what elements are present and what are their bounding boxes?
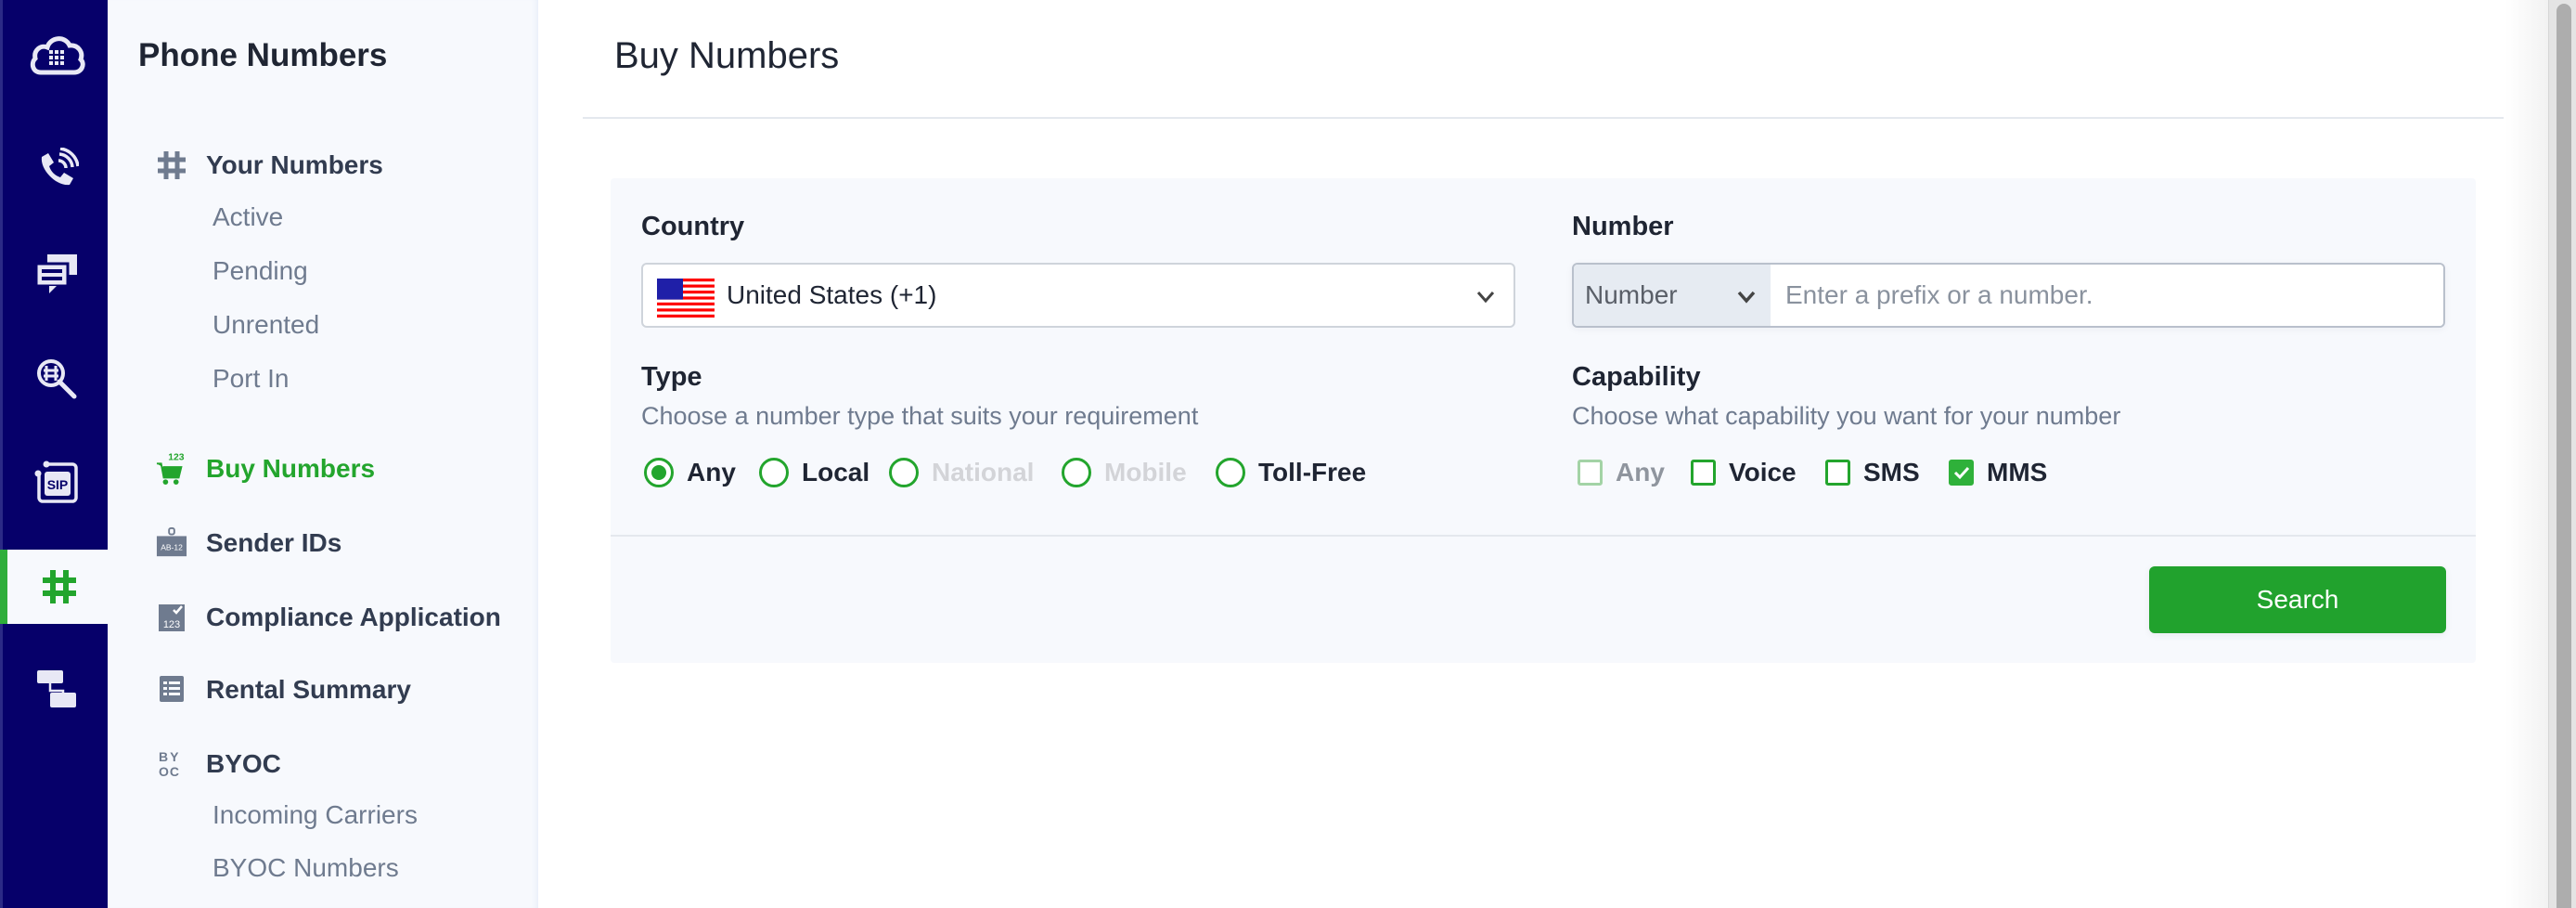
compliance-123-check-icon: 123: [156, 602, 187, 633]
globe-search-icon: [37, 359, 77, 399]
radio[interactable]: [759, 458, 789, 487]
cloud-grid-icon: [30, 36, 85, 75]
type-option-local[interactable]: Local: [759, 456, 869, 489]
option-label: National: [932, 458, 1035, 486]
scroll-shade: [2505, 0, 2548, 908]
svg-text:BY: BY: [159, 749, 180, 764]
sidebar-item-compliance-application[interactable]: 123 Compliance Application: [156, 597, 501, 638]
rail-item-flows[interactable]: [3, 652, 110, 726]
option-label: Toll-Free: [1258, 458, 1367, 486]
search-button[interactable]: Search: [2149, 566, 2446, 633]
type-helper-text: Choose a number type that suits your req…: [641, 402, 1199, 430]
sidebar-subitem-pending[interactable]: Pending: [213, 256, 308, 286]
checkbox[interactable]: [1578, 460, 1603, 486]
sidebar-item-label: Buy Numbers: [206, 454, 376, 483]
sidebar-subitem-unrented[interactable]: Unrented: [213, 310, 319, 340]
radio[interactable]: [1062, 458, 1091, 487]
list-icon: [156, 674, 187, 706]
svg-text:OC: OC: [159, 764, 180, 779]
radio[interactable]: [889, 458, 919, 487]
radio-selected[interactable]: [644, 458, 674, 487]
phone-signal-icon: [41, 148, 79, 186]
rail-item-phone-numbers[interactable]: [0, 550, 110, 624]
byoc-icon: BY OC: [156, 748, 187, 780]
vertical-scrollbar[interactable]: [2548, 0, 2576, 908]
sidebar-subitem-port-in[interactable]: Port In: [213, 364, 289, 394]
rail-item-messaging[interactable]: [3, 237, 110, 311]
sidebar-item-your-numbers[interactable]: Your Numbers: [156, 145, 383, 186]
svg-text:123: 123: [163, 619, 180, 630]
chevron-down-icon: [1737, 291, 1756, 304]
cart-123-icon: 123: [156, 453, 187, 485]
app-rail: SIP: [0, 0, 110, 908]
country-select[interactable]: United States (+1): [641, 263, 1515, 328]
type-option-any[interactable]: Any: [644, 456, 736, 489]
sidebar-item-label: Compliance Application: [206, 603, 501, 631]
rail-item-lookup[interactable]: [3, 342, 110, 416]
sidebar-item-rental-summary[interactable]: Rental Summary: [156, 669, 411, 710]
sidebar-subitem-incoming-carriers[interactable]: Incoming Carriers: [213, 800, 418, 830]
svg-text:123: 123: [168, 453, 185, 463]
type-option-mobile[interactable]: Mobile: [1062, 456, 1187, 489]
sidebar-item-buy-numbers[interactable]: 123 Buy Numbers: [156, 448, 375, 489]
capability-option-voice[interactable]: Voice: [1691, 456, 1797, 489]
option-label: Any: [687, 458, 736, 486]
capability-option-sms[interactable]: SMS: [1825, 456, 1920, 489]
country-label: Country: [641, 212, 745, 241]
country-value: United States (+1): [727, 280, 937, 309]
checkbox[interactable]: [1825, 460, 1850, 486]
capability-option-mms[interactable]: MMS: [1949, 456, 2047, 489]
sidebar-subitem-byoc-numbers[interactable]: BYOC Numbers: [213, 853, 399, 883]
radio[interactable]: [1216, 458, 1245, 487]
checkbox-checked[interactable]: [1949, 460, 1974, 486]
option-label: SMS: [1863, 458, 1920, 486]
option-label: MMS: [1987, 458, 2048, 486]
capability-option-any[interactable]: Any: [1578, 456, 1665, 489]
number-label: Number: [1572, 212, 1674, 241]
option-label: Any: [1616, 458, 1665, 486]
type-option-national[interactable]: National: [889, 456, 1034, 489]
capability-helper-text: Choose what capability you want for your…: [1572, 402, 2121, 430]
card-footer-divider: [611, 535, 2476, 537]
option-label: Voice: [1729, 458, 1797, 486]
sidebar-item-label: Rental Summary: [206, 675, 411, 704]
number-input-group: Number: [1572, 263, 2445, 328]
sidebar-item-label: Sender IDs: [206, 528, 342, 557]
us-flag-icon: [657, 279, 715, 318]
title-divider: [583, 117, 2504, 119]
rail-item-home[interactable]: [3, 17, 110, 91]
sidebar-title: Phone Numbers: [138, 37, 388, 73]
number-type-select[interactable]: Number: [1574, 265, 1771, 326]
sidebar-item-sender-ids[interactable]: AB-12 Sender IDs: [156, 523, 341, 564]
page-title: Buy Numbers: [614, 35, 840, 76]
sender-id-badge-icon: AB-12: [156, 527, 187, 559]
svg-text:AB-12: AB-12: [161, 543, 183, 552]
number-input[interactable]: [1771, 265, 2443, 326]
rail-item-voice[interactable]: [3, 133, 110, 207]
checkmark-icon: [1953, 466, 1969, 480]
hash-icon: [156, 149, 187, 181]
chat-icon: [34, 254, 77, 293]
flow-icon: [37, 670, 76, 707]
option-label: Mobile: [1104, 458, 1187, 486]
rail-item-sip-trunking[interactable]: SIP: [3, 446, 110, 520]
option-label: Local: [802, 458, 870, 486]
sidebar-item-byoc[interactable]: BY OC BYOC: [156, 744, 281, 785]
sidebar-subitem-active[interactable]: Active: [213, 202, 283, 232]
scrollbar-thumb[interactable]: [2557, 4, 2571, 908]
svg-text:SIP: SIP: [47, 477, 69, 492]
hash-icon: [42, 570, 76, 603]
number-type-value: Number: [1585, 280, 1678, 309]
capability-label: Capability: [1572, 362, 1701, 392]
sidebar-item-label: Your Numbers: [206, 150, 383, 179]
checkbox[interactable]: [1691, 460, 1716, 486]
chevron-down-icon: [1476, 292, 1495, 304]
type-label: Type: [641, 362, 702, 392]
sidebar-item-label: BYOC: [206, 749, 281, 778]
sidebar: Phone Numbers Your Numbers Active Pendin…: [108, 0, 538, 908]
sip-icon: SIP: [34, 460, 78, 503]
type-option-toll-free[interactable]: Toll-Free: [1216, 456, 1366, 489]
